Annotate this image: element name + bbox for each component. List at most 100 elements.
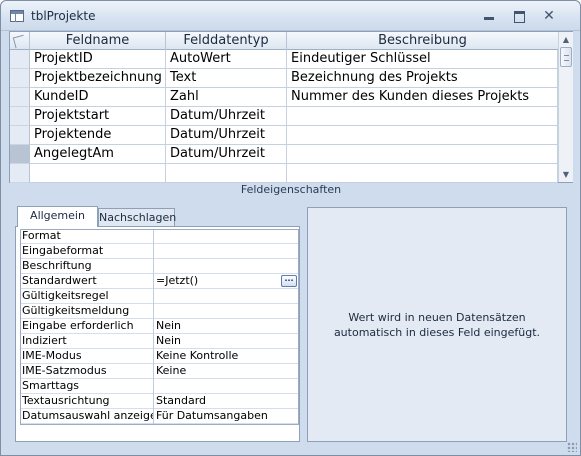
property-name: Gültigkeitsregel bbox=[20, 289, 154, 304]
fieldname-cell[interactable]: Projektstart bbox=[30, 107, 166, 126]
row-selector[interactable] bbox=[10, 50, 30, 69]
property-row: IME-Satzmodus Keine bbox=[20, 364, 299, 379]
tab-general[interactable]: Allgemein bbox=[17, 206, 98, 227]
property-name: Textausrichtung bbox=[20, 394, 154, 409]
table-row[interactable]: KundeID Zahl Nummer des Kunden dieses Proj… bbox=[10, 88, 558, 107]
datatype-cell[interactable]: Datum/Uhrzeit bbox=[166, 126, 287, 145]
fieldname-cell[interactable]: ProjektID bbox=[30, 50, 166, 69]
property-value[interactable] bbox=[154, 229, 299, 244]
tab-lookup[interactable]: Nachschlagen bbox=[98, 208, 176, 227]
table-icon bbox=[10, 10, 24, 22]
property-row: Smarttags bbox=[20, 379, 299, 394]
datatype-cell[interactable]: Text bbox=[166, 69, 287, 88]
property-value[interactable] bbox=[154, 244, 299, 259]
property-name: IME-Modus bbox=[20, 349, 154, 364]
property-name: Eingabeformat bbox=[20, 244, 154, 259]
scroll-thumb[interactable] bbox=[560, 47, 572, 67]
row-selector[interactable] bbox=[10, 164, 30, 183]
property-name: Standardwert bbox=[20, 274, 154, 289]
property-sheet: Format Eingabeformat Beschriftung Standardw… bbox=[15, 226, 300, 442]
property-value[interactable] bbox=[154, 379, 299, 394]
description-cell[interactable]: Nummer des Kunden dieses Projekts bbox=[287, 88, 558, 107]
title-bar[interactable]: tblProjekte ✕ bbox=[1, 1, 580, 31]
property-row: Beschriftung bbox=[20, 259, 299, 274]
help-text: Wert wird in neuen Datensätzen automatis… bbox=[333, 310, 541, 339]
property-row: Standardwert =Jetzt()... bbox=[20, 274, 299, 289]
datatype-cell[interactable]: Datum/Uhrzeit bbox=[166, 145, 287, 164]
property-row: Gültigkeitsmeldung bbox=[20, 304, 299, 319]
table-row[interactable]: ProjektID AutoWert Eindeutiger Schlüssel bbox=[10, 50, 558, 69]
fieldname-cell[interactable]: AngelegtAm bbox=[30, 145, 166, 164]
property-value[interactable] bbox=[154, 259, 299, 274]
column-header-fieldname[interactable]: Feldname bbox=[30, 32, 166, 50]
description-cell[interactable] bbox=[287, 126, 558, 145]
minimize-icon[interactable] bbox=[478, 8, 500, 24]
property-value[interactable]: Nein bbox=[154, 319, 299, 334]
property-name: Gültigkeitsmeldung bbox=[20, 304, 154, 319]
scroll-up-icon[interactable]: ▲ bbox=[559, 32, 573, 47]
column-header-datatype[interactable]: Felddatentyp bbox=[166, 32, 287, 50]
fieldname-cell[interactable]: Projektbezeichnung bbox=[30, 69, 166, 88]
column-header-description[interactable]: Beschreibung bbox=[287, 32, 558, 50]
fieldname-cell[interactable]: KundeID bbox=[30, 88, 166, 107]
scroll-down-icon[interactable]: ▼ bbox=[559, 167, 573, 182]
grid-header: Feldname Felddatentyp Beschreibung bbox=[10, 32, 558, 50]
window-title: tblProjekte bbox=[31, 9, 96, 23]
property-row: Format bbox=[20, 229, 299, 244]
datatype-cell[interactable]: AutoWert bbox=[166, 50, 287, 69]
property-value[interactable]: Keine bbox=[154, 364, 299, 379]
property-name: Datumsauswahl anzeigen bbox=[22, 409, 154, 424]
property-row: Indiziert Nein bbox=[20, 334, 299, 349]
maximize-icon[interactable] bbox=[508, 8, 530, 24]
description-cell[interactable] bbox=[287, 107, 558, 126]
fieldname-cell[interactable] bbox=[30, 164, 166, 183]
datatype-cell[interactable] bbox=[166, 164, 287, 183]
property-value[interactable]: =Jetzt() bbox=[154, 274, 299, 289]
description-cell[interactable]: Bezeichnung des Projekts bbox=[287, 69, 558, 88]
builder-button[interactable]: ... bbox=[281, 275, 297, 287]
property-name: Indiziert bbox=[20, 334, 154, 349]
description-cell[interactable]: Eindeutiger Schlüssel bbox=[287, 50, 558, 69]
description-cell[interactable] bbox=[287, 164, 558, 183]
select-all-corner[interactable] bbox=[10, 32, 30, 50]
datatype-cell[interactable]: Datum/Uhrzeit bbox=[166, 107, 287, 126]
section-label-field-properties: Feldeigenschaften bbox=[240, 183, 342, 196]
table-row[interactable]: Projektbezeichnung Text Bezeichnung des Pr… bbox=[10, 69, 558, 88]
table-row[interactable] bbox=[10, 164, 558, 183]
property-name: IME-Satzmodus bbox=[20, 364, 154, 379]
property-table: Format Eingabeformat Beschriftung Standardw… bbox=[20, 229, 299, 424]
property-value[interactable]: Für Datumsangaben bbox=[154, 409, 299, 424]
description-cell[interactable] bbox=[287, 145, 558, 164]
close-icon[interactable]: ✕ bbox=[538, 8, 560, 24]
row-selector[interactable] bbox=[10, 107, 30, 126]
property-row: Datumsauswahl anzeigen Für Datumsangaben bbox=[20, 409, 299, 424]
fieldname-cell[interactable]: Projektende bbox=[30, 126, 166, 145]
property-name: Eingabe erforderlich bbox=[20, 319, 154, 334]
property-row: Textausrichtung Standard bbox=[20, 394, 299, 409]
property-value[interactable]: Keine Kontrolle bbox=[154, 349, 299, 364]
row-selector[interactable] bbox=[10, 88, 30, 107]
property-row: Eingabe erforderlich Nein bbox=[20, 319, 299, 334]
property-row: Eingabeformat bbox=[20, 244, 299, 259]
property-row: IME-Modus Keine Kontrolle bbox=[20, 349, 299, 364]
property-name: Format bbox=[20, 229, 154, 244]
row-selector[interactable] bbox=[10, 69, 30, 88]
property-value[interactable]: Standard bbox=[154, 394, 299, 409]
property-row: Gültigkeitsregel bbox=[20, 289, 299, 304]
table-design-window: tblProjekte ✕ Feldname Felddatentyp Besc… bbox=[0, 0, 581, 456]
property-name: Beschriftung bbox=[20, 259, 154, 274]
table-row[interactable]: AngelegtAm Datum/Uhrzeit bbox=[10, 145, 558, 164]
row-selector[interactable] bbox=[10, 126, 30, 145]
row-selector[interactable] bbox=[10, 145, 30, 164]
property-value[interactable] bbox=[154, 304, 299, 319]
help-text-panel: Wert wird in neuen Datensätzen automatis… bbox=[307, 207, 567, 442]
property-value[interactable]: Nein bbox=[154, 334, 299, 349]
property-name: Smarttags bbox=[20, 379, 154, 394]
vertical-scrollbar[interactable]: ▲ ▼ bbox=[558, 32, 573, 182]
property-value[interactable] bbox=[154, 289, 299, 304]
datatype-cell[interactable]: Zahl bbox=[166, 88, 287, 107]
resize-grip-icon[interactable] bbox=[567, 442, 577, 452]
table-row[interactable]: Projektstart Datum/Uhrzeit bbox=[10, 107, 558, 126]
field-design-grid: Feldname Felddatentyp Beschreibung Proje… bbox=[9, 31, 573, 183]
table-row[interactable]: Projektende Datum/Uhrzeit bbox=[10, 126, 558, 145]
